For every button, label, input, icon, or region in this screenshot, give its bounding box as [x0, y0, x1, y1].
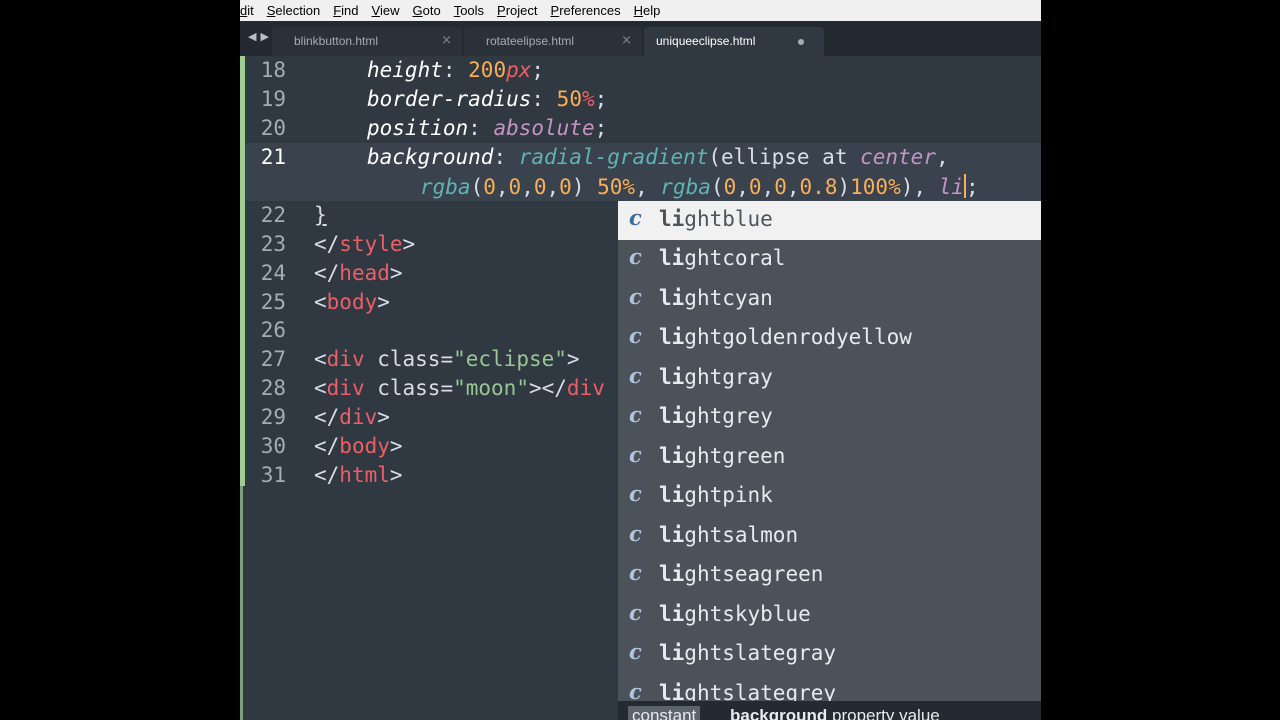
constant-kind-icon: c: [629, 323, 642, 348]
code-line: }: [314, 203, 327, 227]
close-icon[interactable]: ×: [441, 33, 452, 48]
tab-rotateelipse[interactable]: rotateelipse.html ×: [464, 27, 642, 56]
constant-kind-icon: c: [629, 481, 642, 506]
code-line: border-radius: 50%;: [367, 87, 608, 111]
tab-bar: ◀▶ blinkbutton.html × rotateelipse.html …: [240, 21, 1041, 56]
completion-description: background property value: [730, 706, 940, 720]
tab-blinkbutton[interactable]: blinkbutton.html ×: [272, 27, 462, 56]
menu-preferences[interactable]: Preferences: [545, 3, 628, 18]
line-number: 31: [260, 463, 286, 487]
line-number: 26: [260, 318, 286, 342]
line-number: 28: [260, 376, 286, 400]
autocomplete-item[interactable]: c lightblue: [618, 201, 1041, 240]
code-line: position: absolute;: [367, 116, 608, 140]
constant-kind-icon: c: [629, 521, 642, 546]
autocomplete-item[interactable]: c lightskyblue: [618, 596, 1041, 635]
kind-badge: constant: [628, 706, 701, 720]
autocomplete-item[interactable]: c lightslategrey: [618, 675, 1041, 701]
constant-kind-icon: c: [629, 442, 642, 467]
line-number: 21: [260, 145, 286, 169]
constant-kind-icon: c: [629, 205, 642, 230]
autocomplete-item[interactable]: c lightsalmon: [618, 517, 1041, 556]
code-line: </head>: [314, 261, 403, 285]
autocomplete-item[interactable]: c lightgrey: [618, 398, 1041, 437]
menu-find[interactable]: Find: [327, 3, 365, 18]
editor-window: dit Selection Find View Goto Tools Proje…: [240, 0, 1041, 720]
code-line: <div class="moon"></div: [314, 376, 605, 400]
menu-project[interactable]: Project: [491, 3, 544, 18]
tab-label: rotateelipse.html: [486, 34, 575, 48]
autocomplete-popup: c lightblue c lightcoral c lightcyan c light…: [618, 201, 1041, 701]
menu-view[interactable]: View: [366, 3, 407, 18]
tab-uniqueeclipse[interactable]: uniqueeclipse.html: [644, 27, 824, 56]
autocomplete-item[interactable]: c lightslategray: [618, 635, 1041, 674]
code-line: <body>: [314, 290, 390, 314]
code-line: </style>: [314, 232, 416, 256]
constant-kind-icon: c: [629, 363, 642, 388]
tab-nav-arrows-icon[interactable]: ◀▶: [248, 30, 273, 43]
autocomplete-item[interactable]: c lightcyan: [618, 280, 1041, 319]
line-number: 30: [260, 434, 286, 458]
code-editor[interactable]: 18 19 20 21 22 23 24 25 26 27 28 29 30 3…: [240, 56, 1041, 720]
constant-kind-icon: c: [629, 244, 642, 269]
code-line: rgba(0,0,0,0) 50%, rgba(0,0,0,0.8)100%),…: [420, 174, 979, 199]
constant-kind-icon: c: [629, 284, 642, 309]
menu-goto[interactable]: Goto: [406, 3, 447, 18]
constant-kind-icon: c: [629, 402, 642, 427]
autocomplete-item[interactable]: c lightcoral: [618, 240, 1041, 279]
line-number: 29: [260, 405, 286, 429]
line-number: 27: [260, 347, 286, 371]
close-icon[interactable]: ×: [621, 33, 632, 48]
constant-kind-icon: c: [629, 679, 642, 701]
autocomplete-item[interactable]: c lightgoldenrodyellow: [618, 319, 1041, 358]
tab-label: uniqueeclipse.html: [656, 34, 756, 48]
constant-kind-icon: c: [629, 600, 642, 625]
menu-edit[interactable]: dit: [240, 3, 261, 18]
tab-label: blinkbutton.html: [294, 34, 379, 48]
git-modified-bar: [240, 486, 243, 720]
line-number: 22: [260, 203, 286, 227]
code-line: <div class="eclipse">: [314, 347, 580, 371]
code-line: </body>: [314, 434, 403, 458]
autocomplete-item[interactable]: c lightgreen: [618, 438, 1041, 477]
line-number: 20: [260, 116, 286, 140]
code-line: height: 200px;: [367, 58, 545, 82]
code-line: </html>: [314, 463, 403, 487]
line-number: 24: [260, 261, 286, 285]
line-number: 18: [260, 58, 286, 82]
constant-kind-icon: c: [629, 560, 642, 585]
autocomplete-item[interactable]: c lightpink: [618, 477, 1041, 516]
menu-help[interactable]: Help: [628, 3, 668, 18]
code-line: </div>: [314, 405, 390, 429]
line-number: 19: [260, 87, 286, 111]
unsaved-dot-icon[interactable]: [798, 39, 804, 45]
constant-kind-icon: c: [629, 639, 642, 664]
line-number: 23: [260, 232, 286, 256]
line-number: 25: [260, 290, 286, 314]
code-line: background: radial-gradient(ellipse at c…: [367, 145, 949, 169]
menu-tools[interactable]: Tools: [448, 3, 491, 18]
menu-bar: dit Selection Find View Goto Tools Proje…: [240, 0, 1041, 21]
autocomplete-item[interactable]: c lightseagreen: [618, 556, 1041, 595]
autocomplete-details: constant background property value: [618, 701, 1041, 720]
menu-selection[interactable]: Selection: [261, 3, 327, 18]
autocomplete-item[interactable]: c lightgray: [618, 359, 1041, 398]
